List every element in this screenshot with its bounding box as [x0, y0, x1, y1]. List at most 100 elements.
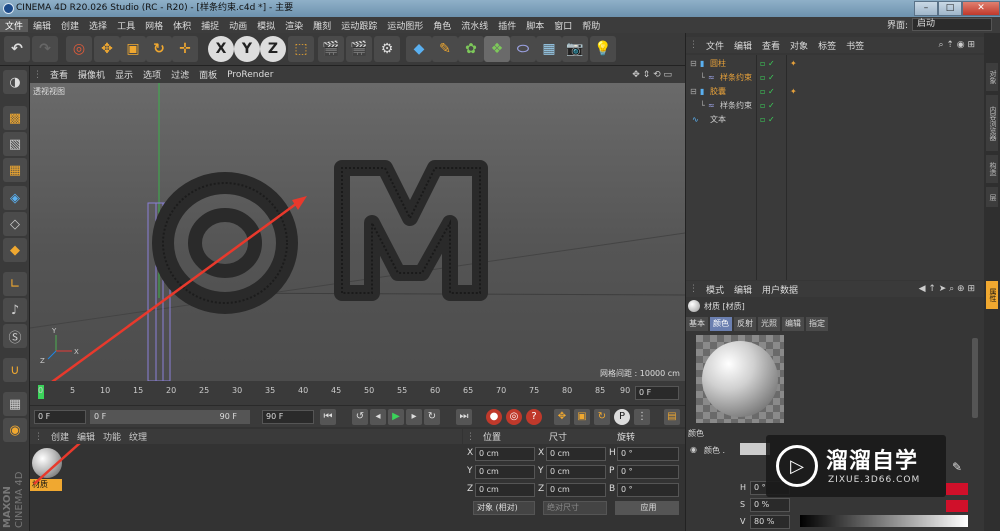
viewport-menu-cameras[interactable]: 摄像机 [73, 68, 110, 81]
menu-tools[interactable]: 工具 [112, 19, 140, 32]
model-mode-icon[interactable]: ▩ [3, 106, 27, 130]
material-menu-create[interactable]: 创建 [47, 430, 73, 443]
side-tab-objects[interactable]: 对象 [986, 63, 998, 91]
workplane-mode-icon[interactable]: ▦ [3, 158, 27, 182]
object-menu-view[interactable]: 查看 [757, 39, 785, 52]
y-axis-lock-icon[interactable]: Y [234, 36, 260, 62]
menu-animate[interactable]: 动画 [224, 19, 252, 32]
viewport-menu-filter[interactable]: 过滤 [166, 68, 194, 81]
attr-scrollbar[interactable] [972, 338, 978, 418]
object-name[interactable]: 胶囊 [710, 85, 726, 99]
goto-start-icon[interactable]: ⏮ [320, 409, 336, 425]
texture-mode-icon[interactable]: ▧ [3, 132, 27, 156]
snap-icon[interactable]: ∪ [3, 358, 27, 382]
prev-frame-icon[interactable]: ◂ [370, 409, 386, 425]
axis-mode-icon[interactable]: ∟ [3, 272, 27, 296]
tab-illumination[interactable]: 光照 [758, 317, 780, 331]
viewport-menu-panel[interactable]: 面板 [194, 68, 222, 81]
frame-range-slider[interactable]: 0 F 90 F [90, 410, 250, 424]
object-menu-objects[interactable]: 对象 [785, 39, 813, 52]
move-icon[interactable]: ✥ [94, 36, 120, 62]
side-tab-content-browser[interactable]: 内容浏览器 [986, 95, 998, 151]
object-menu-tags[interactable]: 标签 [813, 39, 841, 52]
close-button[interactable]: ✕ [962, 1, 1000, 16]
object-name[interactable]: 样条约束 [720, 99, 752, 113]
key-pla-icon[interactable]: ⋮ [634, 409, 650, 425]
render-picture-viewer-icon[interactable]: 🎬 [346, 36, 372, 62]
pen-icon[interactable]: ✎ [432, 36, 458, 62]
object-row-text[interactable]: ∿ 文本 ▫ ✓ [686, 113, 984, 127]
x-axis-lock-icon[interactable]: X [208, 36, 234, 62]
menu-volume[interactable]: 体积 [168, 19, 196, 32]
z-axis-lock-icon[interactable]: Z [260, 36, 286, 62]
menu-mesh[interactable]: 网格 [140, 19, 168, 32]
visibility-check-icon[interactable]: ▫ ✓ [760, 99, 775, 113]
current-frame-field[interactable]: 0 F [635, 386, 679, 400]
menu-snap[interactable]: 捕捉 [196, 19, 224, 32]
size-mode-select[interactable]: 绝对尺寸 [543, 501, 607, 515]
key-scale-icon[interactable]: ▣ [574, 409, 590, 425]
visibility-check-icon[interactable]: ▫ ✓ [760, 113, 775, 127]
timeline-ruler[interactable]: 0 5 10 15 20 25 30 35 40 45 50 55 60 65 … [30, 381, 685, 405]
object-name[interactable]: 圆柱 [710, 57, 726, 71]
object-row-capsule[interactable]: ⊟ ▮ 胶囊 ▫ ✓ ✦ [686, 85, 984, 99]
object-name[interactable]: 样条约束 [720, 71, 752, 85]
side-tab-attributes[interactable]: 属性 [986, 281, 998, 309]
size-y-field[interactable]: 0 cm [546, 465, 606, 479]
object-menu-bookmarks[interactable]: 书签 [841, 39, 869, 52]
prev-key-icon[interactable]: ↺ [352, 409, 368, 425]
tweak-mode-icon[interactable]: ♪ [3, 298, 27, 322]
eyedropper-icon[interactable]: ✎ [952, 460, 962, 474]
side-tab-structure[interactable]: 构造 [986, 155, 998, 183]
object-name[interactable]: 文本 [710, 113, 726, 127]
position-z-field[interactable]: 0 cm [475, 483, 535, 497]
rotation-b-field[interactable]: 0 ° [617, 483, 679, 497]
tab-basic[interactable]: 基本 [686, 317, 708, 331]
tag-icon[interactable]: ✦ [790, 57, 797, 71]
material-menu-texture[interactable]: 纹理 [125, 430, 151, 443]
attr-nav-icons[interactable]: ◀ ↑ ➤ ⌕ ⊕ ⊞ [914, 284, 980, 294]
menu-select[interactable]: 选择 [84, 19, 112, 32]
position-y-field[interactable]: 0 cm [475, 465, 535, 479]
object-menu-file[interactable]: 文件 [701, 39, 729, 52]
menu-help[interactable]: 帮助 [577, 19, 605, 32]
attr-menu-edit[interactable]: 编辑 [729, 283, 757, 296]
keyframe-selection-icon[interactable]: ? [526, 409, 542, 425]
goto-end-icon[interactable]: ⏭ [456, 409, 472, 425]
menu-script[interactable]: 脚本 [521, 19, 549, 32]
lock-workplane-icon[interactable]: ▦ [3, 392, 27, 416]
object-search-icon[interactable]: ⌕ ⇡ ◉ ⊞ [933, 40, 980, 50]
live-selection-icon[interactable]: ◎ [66, 36, 92, 62]
material-menu-edit[interactable]: 编辑 [73, 430, 99, 443]
coord-mode-select[interactable]: 对象 (相对) [473, 501, 535, 515]
tab-assignment[interactable]: 指定 [806, 317, 828, 331]
attr-menu-userdata[interactable]: 用户数据 [757, 283, 803, 296]
autokey-icon[interactable]: ◎ [506, 409, 522, 425]
size-x-field[interactable]: 0 cm [546, 447, 606, 461]
viewport-menu-view[interactable]: 查看 [45, 68, 73, 81]
menu-edit[interactable]: 编辑 [28, 19, 56, 32]
menu-simulate[interactable]: 模拟 [252, 19, 280, 32]
interface-select[interactable]: 启动 [912, 18, 992, 31]
subdivision-icon[interactable]: ✿ [458, 36, 484, 62]
menu-motion-tracking[interactable]: 运动跟踪 [336, 19, 382, 32]
s-field[interactable]: 0 % [750, 498, 790, 512]
perspective-viewport[interactable]: Y X Z [30, 83, 685, 381]
cube-icon[interactable]: ◆ [406, 36, 432, 62]
viewport-nav-icons[interactable]: ✥ ⇕ ⟲ ▭ [627, 70, 677, 80]
rotation-h-field[interactable]: 0 ° [617, 447, 679, 461]
side-tab-layers[interactable]: 层 [986, 187, 998, 207]
light-icon[interactable]: 💡 [590, 36, 616, 62]
object-row-spline-wrap-2[interactable]: └ ≈ 样条约束 ▫ ✓ [686, 99, 984, 113]
rotation-p-field[interactable]: 0 ° [617, 465, 679, 479]
record-icon[interactable]: ● [486, 409, 502, 425]
menu-create[interactable]: 创建 [56, 19, 84, 32]
viewport-menu-display[interactable]: 显示 [110, 68, 138, 81]
render-settings-icon[interactable]: ⚙ [374, 36, 400, 62]
undo-icon[interactable]: ↶ [4, 36, 30, 62]
render-view-icon[interactable]: 🎬 [318, 36, 344, 62]
value-gradient-slider[interactable] [800, 515, 968, 527]
menu-window[interactable]: 窗口 [549, 19, 577, 32]
tab-editor[interactable]: 编辑 [782, 317, 804, 331]
tab-color[interactable]: 颜色 [710, 317, 732, 331]
